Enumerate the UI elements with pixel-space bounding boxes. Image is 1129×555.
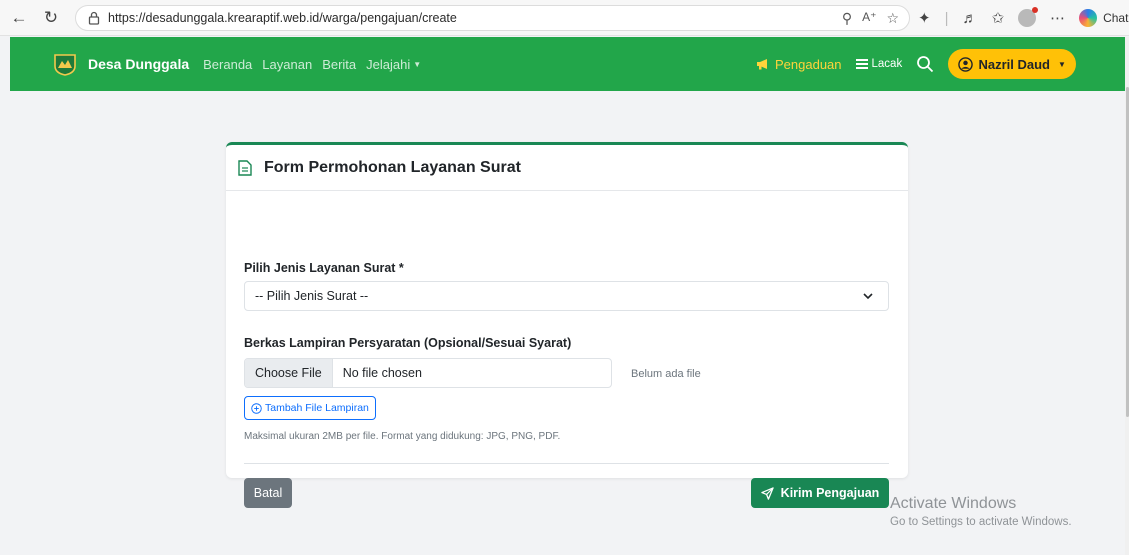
- card-header: Form Permohonan Layanan Surat: [226, 145, 908, 191]
- nav-link-lacak[interactable]: Lacak: [855, 58, 903, 70]
- toolbar-divider: |: [944, 9, 949, 27]
- add-attachment-button[interactable]: Tambah File Lampiran: [244, 396, 376, 420]
- brand-name[interactable]: Desa Dunggala: [88, 56, 189, 72]
- file-status-text: Belum ada file: [631, 368, 701, 380]
- chevron-down-icon: [863, 293, 873, 300]
- file-size-hint: Maksimal ukuran 2MB per file. Format yan…: [244, 431, 561, 442]
- nav-link-beranda[interactable]: Beranda: [203, 57, 252, 72]
- caret-down-icon: ▼: [413, 59, 422, 69]
- choose-file-button[interactable]: Choose File: [245, 359, 333, 387]
- form-title: Form Permohonan Layanan Surat: [264, 158, 521, 176]
- megaphone-icon: [757, 59, 767, 70]
- service-type-selected: -- Pilih Jenis Surat --: [255, 289, 369, 303]
- zoom-icon[interactable]: ⚲: [842, 10, 852, 27]
- watermark-subtitle: Go to Settings to activate Windows.: [890, 516, 1072, 528]
- favorites-icon[interactable]: ✩: [991, 9, 1004, 27]
- request-form-card: Form Permohonan Layanan Surat Pilih Jeni…: [226, 142, 908, 508]
- attachment-file-input[interactable]: Choose File No file chosen: [244, 358, 612, 388]
- music-extension-icon[interactable]: ♬: [962, 10, 977, 27]
- list-icon: [855, 59, 868, 69]
- back-icon[interactable]: ←: [6, 5, 32, 31]
- user-menu-button[interactable]: Nazril Daud ▼: [948, 49, 1077, 79]
- copilot-icon[interactable]: [1079, 9, 1098, 27]
- search-icon[interactable]: [916, 55, 934, 73]
- chat-label[interactable]: Chat: [1103, 11, 1128, 25]
- read-aloud-icon[interactable]: A⁺: [862, 10, 876, 27]
- service-type-select[interactable]: -- Pilih Jenis Surat --: [244, 281, 889, 311]
- pengaduan-label: Pengaduan: [775, 56, 842, 72]
- activation-watermark: Activate Windows Go to Settings to activ…: [890, 495, 1072, 528]
- nav-link-pengaduan[interactable]: Pengaduan: [756, 57, 842, 72]
- extensions-icon[interactable]: ✦: [918, 9, 931, 27]
- browser-toolbar: ← ↻ https://desadunggala.krearaptif.web.…: [0, 0, 1129, 36]
- submit-request-button[interactable]: Kirim Pengajuan: [751, 478, 889, 508]
- user-name: Nazril Daud: [978, 56, 1050, 72]
- refresh-icon[interactable]: ↻: [38, 5, 64, 31]
- url-text: https://desadunggala.krearaptif.web.id/w…: [108, 11, 457, 25]
- caret-down-icon: ▼: [1058, 59, 1066, 69]
- watermark-title: Activate Windows: [890, 495, 1017, 512]
- nav-link-jelajahi-label: Jelajahi: [366, 56, 411, 72]
- nav-link-berita[interactable]: Berita: [322, 57, 356, 72]
- user-circle-icon: [958, 56, 974, 72]
- nav-link-layanan[interactable]: Layanan: [262, 57, 312, 72]
- file-chosen-text: No file chosen: [342, 366, 422, 380]
- more-menu-icon[interactable]: ⋯: [1050, 9, 1065, 27]
- address-bar[interactable]: https://desadunggala.krearaptif.web.id/w…: [75, 5, 910, 31]
- plus-circle-icon: [251, 402, 262, 414]
- page-scrollbar[interactable]: [1125, 37, 1129, 555]
- profile-avatar[interactable]: [1018, 7, 1039, 27]
- service-type-label: Pilih Jenis Layanan Surat *: [244, 261, 404, 275]
- cancel-button[interactable]: Batal: [244, 478, 292, 508]
- lacak-label: Lacak: [871, 58, 903, 70]
- form-divider: [244, 463, 889, 464]
- nav-dropdown-jelajahi[interactable]: Jelajahi ▼: [366, 57, 421, 72]
- site-info-icon[interactable]: [86, 10, 102, 26]
- favorite-star-icon[interactable]: ☆: [886, 10, 899, 27]
- site-navbar: Desa Dunggala Beranda Layanan Berita Jel…: [10, 37, 1127, 91]
- send-icon: [760, 486, 774, 500]
- document-icon: [238, 159, 252, 176]
- village-logo-icon[interactable]: [52, 52, 78, 76]
- submit-label: Kirim Pengajuan: [780, 486, 880, 500]
- attachment-label: Berkas Lampiran Persyaratan (Opsional/Se…: [244, 336, 572, 350]
- add-attachment-label: Tambah File Lampiran: [265, 402, 369, 414]
